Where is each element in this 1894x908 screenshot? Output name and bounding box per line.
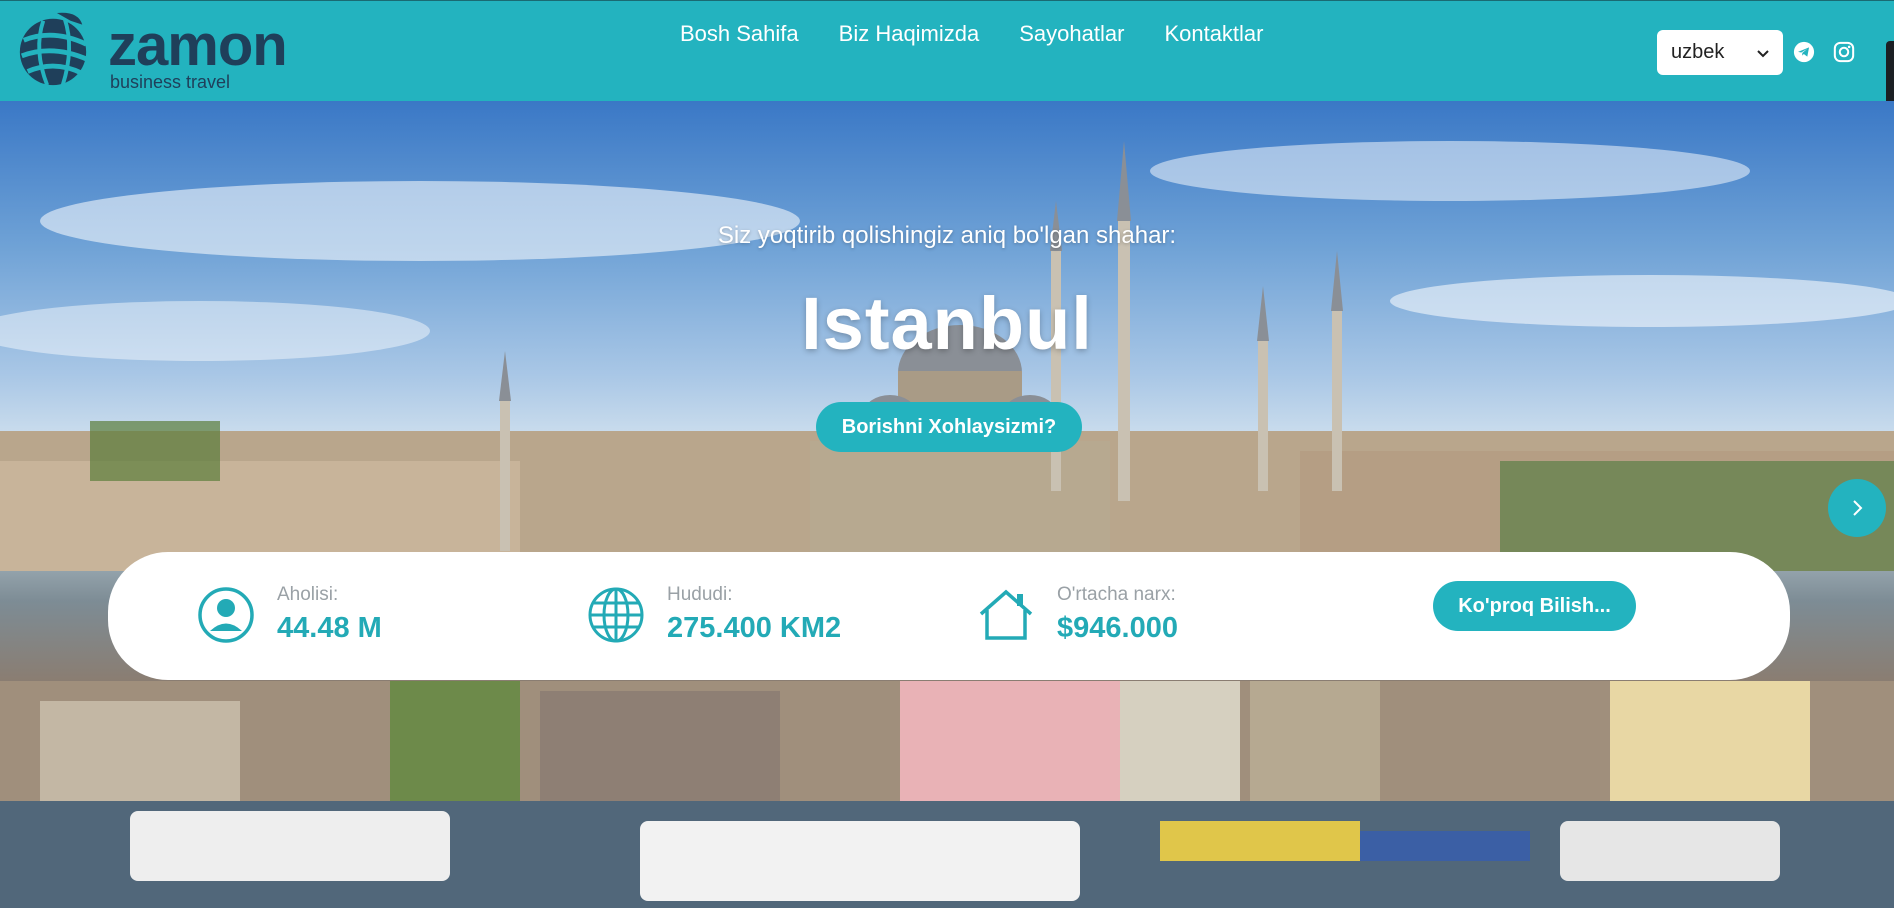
globe-icon	[588, 587, 644, 643]
learn-more-button[interactable]: Ko'proq Bilish...	[1433, 581, 1636, 631]
brand-tagline: business travel	[110, 72, 231, 92]
stat-label: Hududi:	[667, 584, 733, 605]
stat-area: Hududi: 275.400 KM2	[587, 584, 907, 654]
nav-item-tours[interactable]: Sayohatlar	[1019, 21, 1124, 47]
stat-value: 44.48 M	[277, 612, 382, 644]
stat-value: $946.000	[1057, 612, 1178, 644]
hero-section: Siz yoqtirib qolishingiz aniq bo'lgan sh…	[0, 101, 1894, 908]
stat-population: Aholisi: 44.48 M	[197, 584, 497, 654]
globe-logo-icon	[19, 12, 90, 86]
chevron-right-icon	[1853, 500, 1863, 516]
nav-item-about[interactable]: Biz Haqimizda	[839, 21, 980, 47]
language-selected-value: uzbek	[1671, 41, 1725, 63]
stat-label: Aholisi:	[277, 584, 339, 605]
brand-name: zamon	[108, 13, 288, 78]
stat-average-price: O'rtacha narx: $946.000	[977, 584, 1297, 654]
main-nav: Bosh Sahifa Biz Haqimizda Sayohatlar Kon…	[680, 21, 1264, 47]
user-circle-icon	[198, 587, 254, 643]
hero-city-title: Istanbul	[801, 282, 1093, 365]
nav-item-home[interactable]: Bosh Sahifa	[680, 21, 799, 47]
site-header: zamon business travel Bosh Sahifa Biz Ha…	[0, 0, 1894, 196]
hero-subtitle: Siz yoqtirib qolishingiz aniq bo'lgan sh…	[717, 222, 1177, 249]
slider-next-button[interactable]	[1828, 479, 1886, 537]
language-select[interactable]: uzbek	[1657, 30, 1783, 75]
stat-value: 275.400 KM2	[667, 612, 842, 644]
want-to-go-button[interactable]: Borishni Xohlaysizmi?	[816, 402, 1082, 452]
telegram-icon[interactable]	[1793, 41, 1815, 63]
nav-item-contacts[interactable]: Kontaktlar	[1164, 21, 1263, 47]
chevron-down-icon	[1757, 49, 1769, 57]
house-icon	[979, 589, 1033, 640]
instagram-icon[interactable]	[1833, 41, 1855, 63]
stat-label: O'rtacha narx:	[1057, 584, 1176, 605]
brand-logo[interactable]: zamon business travel	[14, 11, 334, 93]
city-info-card: Aholisi: 44.48 M Hududi: 275.400 KM2 O'r…	[108, 552, 1790, 680]
